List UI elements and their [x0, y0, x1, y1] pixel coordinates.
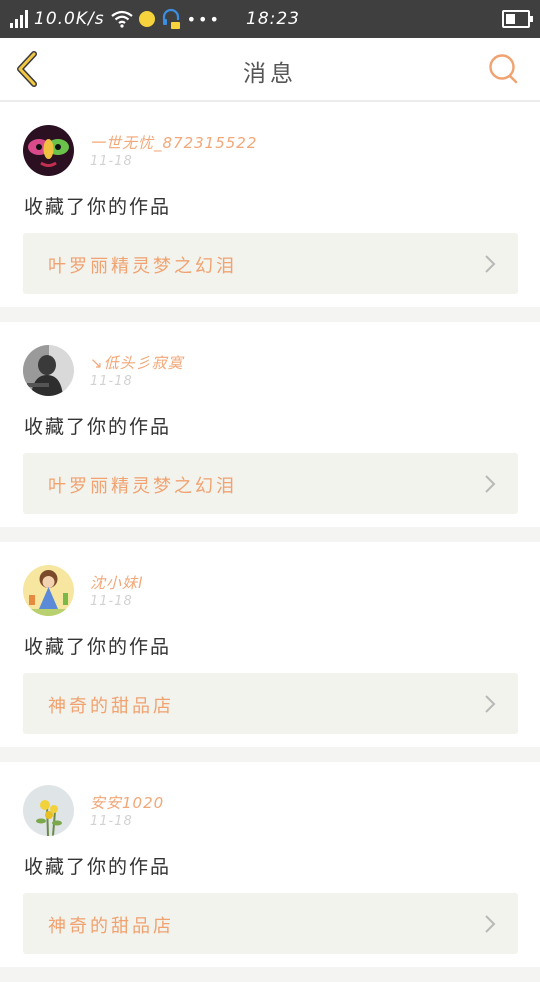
- headset-icon: [162, 8, 180, 29]
- work-link[interactable]: 叶罗丽精灵梦之幻泪: [23, 233, 518, 294]
- avatar[interactable]: [23, 125, 74, 176]
- net-speed: 10.0K/s: [34, 9, 105, 29]
- action-text: 收藏了你的作品: [24, 856, 172, 878]
- action-text: 收藏了你的作品: [24, 196, 172, 218]
- search-icon: [489, 54, 518, 84]
- chevron-right-icon: [485, 475, 496, 493]
- timestamp: 11-18: [90, 814, 133, 829]
- username[interactable]: ↘低头彡寂寞: [90, 352, 184, 373]
- avatar[interactable]: [23, 785, 74, 836]
- signal-icon: [10, 10, 28, 28]
- work-title: 神奇的甜品店: [48, 696, 174, 717]
- wifi-icon: [110, 10, 133, 28]
- avatar[interactable]: [23, 565, 74, 616]
- status-left: 10.0K/s •••: [10, 6, 221, 32]
- timestamp: 11-18: [90, 154, 133, 169]
- search-button[interactable]: [488, 53, 520, 85]
- work-title: 叶罗丽精灵梦之幻泪: [48, 476, 237, 497]
- notification-list: 一世无忧_872315522 11-18 收藏了你的作品 叶罗丽精灵梦之幻泪 ↘…: [0, 102, 540, 982]
- nav-bar: 消息: [0, 38, 540, 102]
- work-link[interactable]: 神奇的甜品店: [23, 893, 518, 954]
- action-text: 收藏了你的作品: [24, 416, 172, 438]
- page-title: 消息: [243, 61, 297, 87]
- chevron-right-icon: [485, 915, 496, 933]
- battery-icon: [502, 10, 533, 28]
- username[interactable]: 沈小妹l: [90, 572, 143, 593]
- work-title: 叶罗丽精灵梦之幻泪: [48, 256, 237, 277]
- username[interactable]: 安安1020: [90, 792, 164, 813]
- notification-card: 安安1020 11-18 收藏了你的作品 神奇的甜品店: [0, 762, 540, 967]
- work-link[interactable]: 神奇的甜品店: [23, 673, 518, 734]
- avatar[interactable]: [23, 345, 74, 396]
- notification-card: 一世无忧_872315522 11-18 收藏了你的作品 叶罗丽精灵梦之幻泪: [0, 102, 540, 307]
- work-link[interactable]: 叶罗丽精灵梦之幻泪: [23, 453, 518, 514]
- chevron-right-icon: [485, 255, 496, 273]
- notification-dot-icon: [138, 11, 155, 27]
- username[interactable]: 一世无忧_872315522: [90, 132, 257, 153]
- action-text: 收藏了你的作品: [24, 636, 172, 658]
- chevron-right-icon: [485, 695, 496, 713]
- timestamp: 11-18: [90, 594, 133, 609]
- timestamp: 11-18: [90, 374, 133, 389]
- clock: 18:23: [246, 9, 300, 29]
- notification-card: ↘低头彡寂寞 11-18 收藏了你的作品 叶罗丽精灵梦之幻泪: [0, 322, 540, 527]
- more-dots-icon: •••: [186, 9, 221, 29]
- notification-card: 沈小妹l 11-18 收藏了你的作品 神奇的甜品店: [0, 542, 540, 747]
- status-bar: 10.0K/s ••• 18:23: [0, 0, 540, 38]
- work-title: 神奇的甜品店: [48, 916, 174, 937]
